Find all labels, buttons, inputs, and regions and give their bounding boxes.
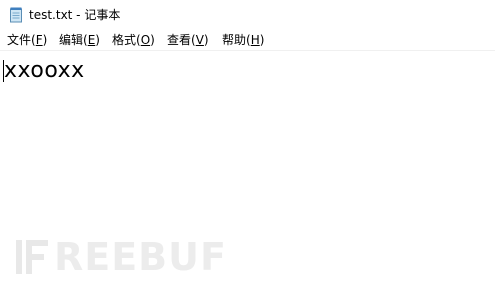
menu-help-label: 帮助: [222, 33, 247, 47]
menu-view-accel: V: [195, 33, 204, 47]
editor-content: xxooxx: [4, 58, 85, 83]
menu-format[interactable]: 格式(O): [112, 32, 155, 48]
menu-view[interactable]: 查看(V): [167, 32, 209, 48]
freebuf-logo-icon: [16, 240, 48, 274]
menu-edit[interactable]: 编辑(E): [59, 32, 100, 48]
watermark: REEBUF: [14, 236, 226, 278]
menu-view-label: 查看: [167, 33, 192, 47]
menu-edit-accel: E: [87, 33, 96, 47]
notepad-window: test.txt - 记事本 文件(F) 编辑(E) 格式(O) 查看(V) 帮…: [0, 0, 495, 284]
notepad-icon: [10, 7, 22, 23]
menu-edit-label: 编辑: [59, 33, 84, 47]
menu-file[interactable]: 文件(F): [7, 32, 47, 48]
menu-format-accel: O: [140, 33, 151, 47]
menu-help[interactable]: 帮助(H): [222, 32, 264, 48]
menu-help-accel: H: [250, 33, 260, 47]
window-title: test.txt - 记事本: [29, 8, 121, 22]
watermark-text: REEBUF: [54, 235, 227, 279]
title-bar[interactable]: test.txt - 记事本: [0, 0, 495, 30]
menu-file-label: 文件: [7, 33, 32, 47]
menu-file-accel: F: [35, 33, 43, 47]
menu-format-label: 格式: [112, 33, 137, 47]
menu-bar: 文件(F) 编辑(E) 格式(O) 查看(V) 帮助(H): [0, 30, 495, 51]
